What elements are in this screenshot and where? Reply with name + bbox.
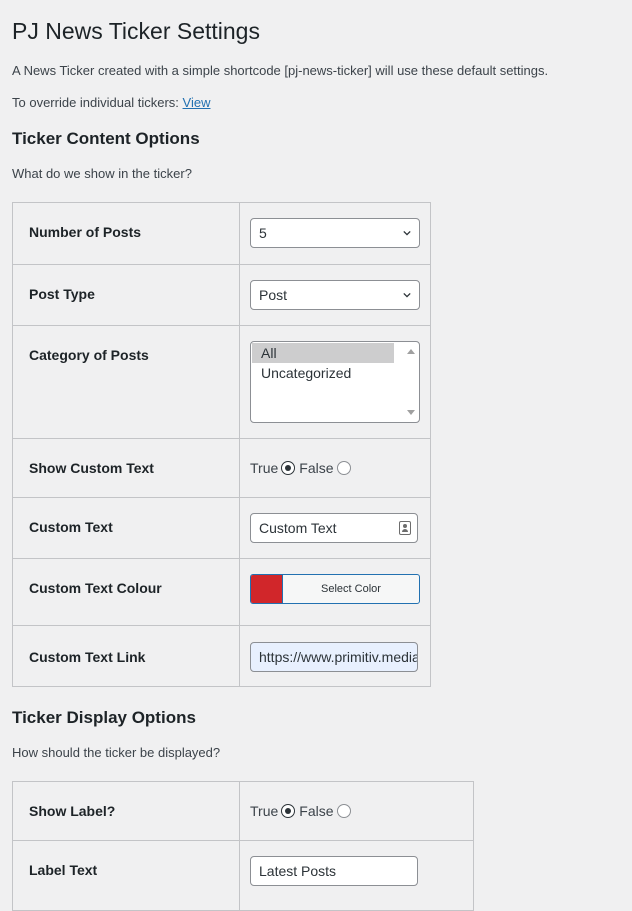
page-title: PJ News Ticker Settings bbox=[12, 18, 260, 44]
custom-text-value: Custom Text bbox=[259, 520, 337, 536]
select-color-button[interactable]: Select Color bbox=[250, 574, 420, 604]
show-label-label: Show Label? bbox=[12, 781, 240, 841]
category-option-uncategorized[interactable]: Uncategorized bbox=[251, 363, 394, 383]
custom-text-input[interactable]: Custom Text bbox=[250, 513, 418, 543]
display-section-title: Ticker Display Options bbox=[12, 708, 196, 727]
show-custom-text-radios: True False bbox=[250, 453, 430, 483]
display-section-description: How should the ticker be displayed? bbox=[12, 745, 221, 760]
row-custom-text-colour: Custom Text Colour Select Color bbox=[12, 558, 431, 626]
content-section-description: What do we show in the ticker? bbox=[12, 166, 192, 181]
number-of-posts-select[interactable]: 5 bbox=[250, 218, 420, 248]
true-label: True bbox=[250, 803, 279, 819]
row-show-label: Show Label? True False bbox=[12, 781, 474, 841]
false-label: False bbox=[299, 803, 334, 819]
show-label-radios: True False bbox=[250, 796, 473, 826]
scroll-up-arrow-icon[interactable] bbox=[407, 349, 415, 354]
row-custom-text: Custom Text Custom Text bbox=[12, 497, 431, 559]
display-options-table: Show Label? True False Label Text Latest… bbox=[12, 781, 474, 911]
row-post-type: Post Type Post bbox=[12, 264, 431, 326]
false-label: False bbox=[299, 460, 334, 476]
label-text-label: Label Text bbox=[12, 840, 240, 911]
content-section-title: Ticker Content Options bbox=[12, 129, 200, 148]
row-number-of-posts: Number of Posts 5 bbox=[12, 202, 431, 265]
custom-text-link-input[interactable]: https://www.primitiv.media/ bbox=[250, 642, 418, 672]
intro-text: A News Ticker created with a simple shor… bbox=[12, 63, 549, 78]
custom-text-colour-label: Custom Text Colour bbox=[12, 558, 240, 626]
post-type-label: Post Type bbox=[12, 264, 240, 326]
show-custom-text-true-radio[interactable] bbox=[281, 461, 296, 475]
post-type-select[interactable]: Post bbox=[250, 280, 420, 310]
show-label-false-radio[interactable] bbox=[336, 804, 351, 818]
label-text-input[interactable]: Latest Posts bbox=[250, 856, 418, 886]
contact-card-icon[interactable] bbox=[399, 521, 411, 535]
view-link[interactable]: View bbox=[183, 95, 211, 110]
number-of-posts-label: Number of Posts bbox=[12, 202, 240, 265]
category-option-all[interactable]: All bbox=[252, 343, 394, 363]
custom-text-link-value: https://www.primitiv.media/ bbox=[259, 649, 418, 665]
row-custom-text-link: Custom Text Link https://www.primitiv.me… bbox=[12, 625, 431, 687]
category-listbox[interactable]: All Uncategorized bbox=[250, 341, 420, 423]
custom-text-label: Custom Text bbox=[12, 497, 240, 559]
content-options-table: Number of Posts 5 Post Type Post Categor… bbox=[12, 202, 431, 687]
override-text: To override individual tickers: View bbox=[12, 94, 210, 112]
row-category-of-posts: Category of Posts All Uncategorized bbox=[12, 325, 431, 439]
row-label-text: Label Text Latest Posts bbox=[12, 840, 474, 911]
scroll-down-arrow-icon[interactable] bbox=[407, 410, 415, 415]
row-show-custom-text: Show Custom Text True False bbox=[12, 438, 431, 498]
listbox-scrollbar[interactable] bbox=[404, 343, 418, 421]
number-of-posts-value: 5 bbox=[259, 225, 267, 241]
override-prefix: To override individual tickers: bbox=[12, 95, 183, 110]
label-text-value: Latest Posts bbox=[259, 863, 337, 879]
select-color-label: Select Color bbox=[321, 583, 381, 595]
category-of-posts-label: Category of Posts bbox=[12, 325, 240, 439]
post-type-value: Post bbox=[259, 287, 288, 303]
color-swatch bbox=[251, 575, 283, 603]
custom-text-link-label: Custom Text Link bbox=[12, 625, 240, 687]
chevron-down-icon bbox=[403, 292, 411, 298]
true-label: True bbox=[250, 460, 279, 476]
show-custom-text-label: Show Custom Text bbox=[12, 438, 240, 498]
chevron-down-icon bbox=[403, 230, 411, 236]
show-label-true-radio[interactable] bbox=[281, 804, 296, 818]
show-custom-text-false-radio[interactable] bbox=[336, 461, 351, 475]
